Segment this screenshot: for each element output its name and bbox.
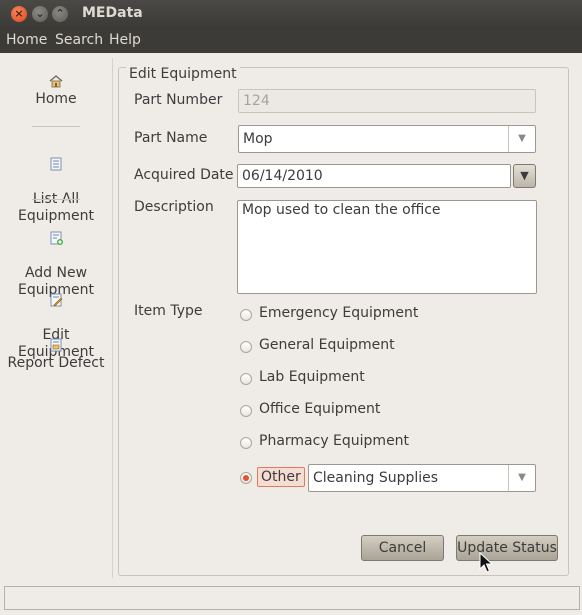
edit-equipment-icon	[50, 293, 63, 307]
acquired-date-label: Acquired Date	[134, 167, 234, 183]
chevron-down-icon[interactable]: ▼	[508, 126, 535, 152]
other-type-value: Cleaning Supplies	[313, 470, 439, 486]
title-bar: × ⌄ ⌃ MEData	[0, 0, 582, 29]
sidebar-divider	[32, 199, 80, 200]
radio-label-lab-equipment[interactable]: Lab Equipment	[259, 369, 365, 385]
sidebar-item-home[interactable]: Home	[0, 73, 112, 108]
part-name-value: Mop	[243, 131, 273, 147]
radio-lab-equipment[interactable]	[240, 373, 252, 385]
item-type-label: Item Type	[134, 303, 203, 319]
date-picker-button[interactable]: ▼	[513, 164, 536, 188]
sidebar-separator	[112, 58, 113, 578]
maximize-window-button[interactable]: ⌃	[52, 6, 68, 22]
radio-label-pharmacy-equipment[interactable]: Pharmacy Equipment	[259, 433, 409, 449]
status-bar	[4, 586, 580, 610]
minimize-window-button[interactable]: ⌄	[32, 6, 48, 22]
radio-label-other[interactable]: Other	[257, 467, 305, 487]
description-textarea[interactable]: Mop used to clean the office	[237, 200, 537, 294]
radio-pharmacy-equipment[interactable]	[240, 437, 252, 449]
part-number-label: Part Number	[134, 92, 223, 108]
part-number-field: 124	[238, 89, 536, 113]
menu-search[interactable]: Search	[55, 32, 103, 48]
list-icon	[50, 157, 62, 171]
home-icon	[49, 75, 63, 88]
acquired-date-input[interactable]: 06/14/2010	[237, 164, 511, 188]
sidebar-item-label: Report Defect	[7, 355, 105, 371]
radio-label-office-equipment[interactable]: Office Equipment	[259, 401, 380, 417]
radio-label-general-equipment[interactable]: General Equipment	[259, 337, 395, 353]
menu-bar: Home Search Help	[0, 29, 582, 53]
group-legend: Edit Equipment	[126, 66, 240, 82]
cancel-button[interactable]: Cancel	[361, 535, 444, 561]
description-label: Description	[134, 199, 214, 215]
chevron-down-icon[interactable]: ▼	[508, 465, 535, 491]
report-defect-icon	[50, 338, 62, 352]
close-window-button[interactable]: ×	[11, 6, 27, 22]
sidebar-item-report-defect[interactable]: Report Defect	[0, 337, 112, 372]
chevron-down-icon: ▼	[520, 169, 529, 182]
mouse-cursor-icon	[479, 552, 493, 573]
radio-general-equipment[interactable]	[240, 341, 252, 353]
radio-other[interactable]	[240, 472, 252, 484]
window-title: MEData	[82, 5, 143, 21]
radio-label-emergency-equipment[interactable]: Emergency Equipment	[259, 305, 418, 321]
part-name-combo[interactable]: Mop ▼	[238, 125, 536, 153]
sidebar-divider	[32, 126, 80, 127]
radio-office-equipment[interactable]	[240, 405, 252, 417]
radio-emergency-equipment[interactable]	[240, 309, 252, 321]
add-equipment-icon	[50, 231, 63, 245]
other-type-combo[interactable]: Cleaning Supplies ▼	[308, 464, 536, 492]
sidebar-item-label: Home	[35, 91, 77, 107]
menu-help[interactable]: Help	[109, 32, 141, 48]
menu-home[interactable]: Home	[6, 32, 47, 48]
update-status-button[interactable]: Update Status	[456, 535, 558, 561]
part-name-label: Part Name	[134, 130, 208, 146]
